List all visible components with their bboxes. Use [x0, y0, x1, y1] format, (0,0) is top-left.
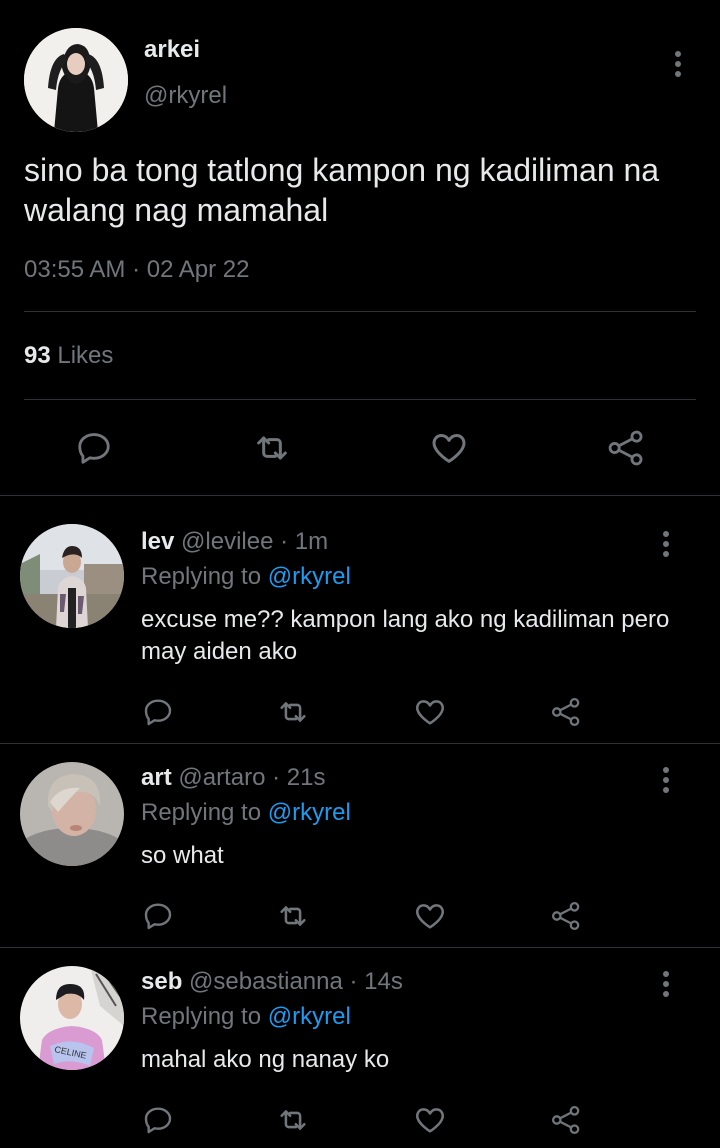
replying-to-label: Replying to — [141, 799, 262, 826]
replying-to-label: Replying to — [141, 563, 262, 590]
reply-item[interactable]: CELINE seb @sebastianna · 14s Replying t… — [0, 948, 720, 1148]
replying-to-handle[interactable]: @rkyrel — [268, 799, 351, 826]
likes-label: Likes — [57, 342, 114, 369]
divider — [24, 399, 696, 400]
author-avatar[interactable] — [24, 28, 128, 132]
retweet-icon[interactable] — [273, 896, 313, 936]
replying-to: Replying to @rkyrel — [141, 563, 351, 591]
reply-item[interactable]: lev @levilee · 1m Replying to @rkyrel ex… — [0, 496, 720, 743]
reply-author-name[interactable]: lev — [141, 528, 174, 555]
author-name[interactable]: arkei — [144, 36, 200, 64]
reply-time: · 21s — [272, 764, 326, 791]
reply-icon[interactable] — [138, 896, 178, 936]
replying-to-handle[interactable]: @rkyrel — [268, 1003, 351, 1030]
reply-text: mahal ako ng nanay ko — [141, 1046, 390, 1073]
reply-time: · 14s — [349, 968, 403, 995]
more-options-icon[interactable] — [664, 48, 692, 80]
reply-header: seb @sebastianna · 14s — [141, 968, 403, 996]
more-options-icon[interactable] — [652, 764, 680, 796]
retweet-icon[interactable] — [273, 1100, 313, 1140]
like-icon[interactable] — [410, 692, 450, 732]
reply-text: so what — [141, 842, 224, 869]
reply-author-handle[interactable]: @sebastianna — [189, 968, 343, 995]
reply-icon[interactable] — [70, 424, 118, 472]
divider — [24, 311, 696, 312]
share-icon[interactable] — [546, 692, 586, 732]
replying-to: Replying to @rkyrel — [141, 1003, 351, 1031]
reply-text: excuse me?? kampon lang ako ng kadiliman… — [141, 606, 670, 665]
share-icon[interactable] — [602, 424, 650, 472]
replying-to-label: Replying to — [141, 1003, 262, 1030]
likes-count[interactable]: 93 Likes — [24, 342, 113, 370]
reply-author-name[interactable]: seb — [141, 968, 182, 995]
reply-item[interactable]: art @artaro · 21s Replying to @rkyrel so… — [0, 744, 720, 947]
reply-author-handle[interactable]: @levilee — [181, 528, 273, 555]
retweet-icon[interactable] — [273, 692, 313, 732]
like-icon[interactable] — [410, 1100, 450, 1140]
reply-icon[interactable] — [138, 1100, 178, 1140]
author-handle[interactable]: @rkyrel — [144, 82, 227, 110]
likes-number: 93 — [24, 342, 51, 369]
reply-header: art @artaro · 21s — [141, 764, 325, 792]
reply-author-name[interactable]: art — [141, 764, 172, 791]
reply-header: lev @levilee · 1m — [141, 528, 328, 556]
retweet-icon[interactable] — [248, 424, 296, 472]
tweet-timestamp[interactable]: 03:55 AM · 02 Apr 22 — [24, 256, 249, 284]
replying-to-handle[interactable]: @rkyrel — [268, 563, 351, 590]
reply-author-handle[interactable]: @artaro — [178, 764, 265, 791]
avatar[interactable]: CELINE — [20, 966, 124, 1070]
share-icon[interactable] — [546, 896, 586, 936]
more-options-icon[interactable] — [652, 968, 680, 1000]
more-options-icon[interactable] — [652, 528, 680, 560]
share-icon[interactable] — [546, 1100, 586, 1140]
reply-time: · 1m — [280, 528, 329, 555]
like-icon[interactable] — [425, 424, 473, 472]
tweet-text: sino ba tong tatlong kampon ng kadiliman… — [24, 152, 660, 228]
reply-icon[interactable] — [138, 692, 178, 732]
avatar[interactable] — [20, 762, 124, 866]
replying-to: Replying to @rkyrel — [141, 799, 351, 827]
avatar[interactable] — [20, 524, 124, 628]
like-icon[interactable] — [410, 896, 450, 936]
